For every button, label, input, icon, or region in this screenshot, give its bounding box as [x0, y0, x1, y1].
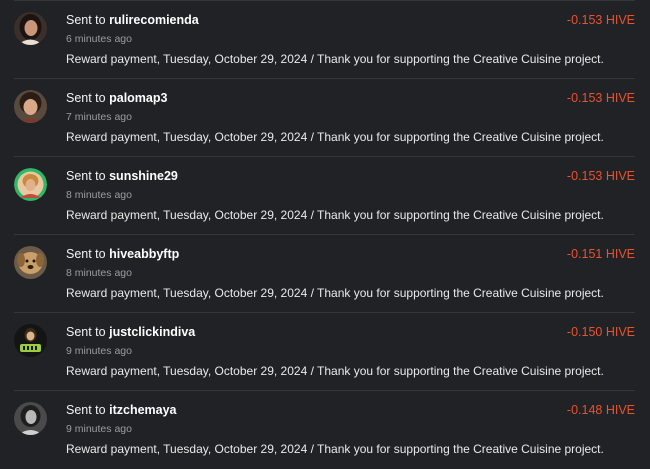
transfer-memo: Reward payment, Tuesday, October 29, 202…	[66, 130, 604, 144]
transfer-amount: -0.153 HIVE	[566, 169, 635, 183]
timestamp: 8 minutes ago	[66, 267, 132, 279]
avatar-cartoon-hello-icon[interactable]	[14, 324, 47, 357]
transfer-memo: Reward payment, Tuesday, October 29, 202…	[66, 364, 604, 378]
transfer-amount: -0.153 HIVE	[566, 13, 635, 27]
sent-to-label: Sent to	[66, 13, 106, 27]
transfer-title: Sent to itzchemaya	[66, 403, 177, 417]
transfer-title: Sent to justclickindiva	[66, 325, 195, 339]
transfer-memo: Reward payment, Tuesday, October 29, 202…	[66, 52, 604, 66]
recipient-username-link[interactable]: itzchemaya	[109, 403, 176, 417]
transfer-amount: -0.150 HIVE	[566, 325, 635, 339]
avatar-woman-curly-hair-icon[interactable]	[14, 90, 47, 123]
transfer-amount: -0.151 HIVE	[566, 247, 635, 261]
timestamp: 9 minutes ago	[66, 345, 132, 357]
transfer-item: Sent to sunshine29 8 minutes ago -0.153 …	[0, 157, 650, 235]
sent-to-label: Sent to	[66, 247, 106, 261]
transfer-memo: Reward payment, Tuesday, October 29, 202…	[66, 208, 604, 222]
avatar-woman-dark-hair-icon[interactable]	[14, 12, 47, 45]
recipient-username-link[interactable]: justclickindiva	[109, 325, 195, 339]
transfer-title: Sent to hiveabbyftp	[66, 247, 179, 261]
transfer-history-list: Sent to rulirecomienda 6 minutes ago -0.…	[0, 0, 650, 467]
avatar-woman-green-ring-icon[interactable]	[14, 168, 47, 201]
transfer-item: Sent to justclickindiva 9 minutes ago -0…	[0, 313, 650, 391]
transfer-item: Sent to rulirecomienda 6 minutes ago -0.…	[0, 1, 650, 79]
transfer-memo: Reward payment, Tuesday, October 29, 202…	[66, 442, 604, 456]
avatar-woman-grey-icon[interactable]	[14, 402, 47, 435]
transfer-amount: -0.153 HIVE	[566, 91, 635, 105]
transfer-item: Sent to hiveabbyftp 8 minutes ago -0.151…	[0, 235, 650, 313]
transfer-amount: -0.148 HIVE	[566, 403, 635, 417]
transfer-item: Sent to itzchemaya 9 minutes ago -0.148 …	[0, 391, 650, 469]
timestamp: 6 minutes ago	[66, 33, 132, 45]
timestamp: 8 minutes ago	[66, 189, 132, 201]
transfer-title: Sent to sunshine29	[66, 169, 178, 183]
recipient-username-link[interactable]: sunshine29	[109, 169, 178, 183]
recipient-username-link[interactable]: palomap3	[109, 91, 167, 105]
transfer-title: Sent to rulirecomienda	[66, 13, 199, 27]
sent-to-label: Sent to	[66, 325, 106, 339]
sent-to-label: Sent to	[66, 403, 106, 417]
transfer-memo: Reward payment, Tuesday, October 29, 202…	[66, 286, 604, 300]
transfer-item: Sent to palomap3 7 minutes ago -0.153 HI…	[0, 79, 650, 157]
sent-to-label: Sent to	[66, 169, 106, 183]
timestamp: 7 minutes ago	[66, 111, 132, 123]
recipient-username-link[interactable]: rulirecomienda	[109, 13, 199, 27]
recipient-username-link[interactable]: hiveabbyftp	[109, 247, 179, 261]
sent-to-label: Sent to	[66, 91, 106, 105]
timestamp: 9 minutes ago	[66, 423, 132, 435]
avatar-dog-icon[interactable]	[14, 246, 47, 279]
transfer-title: Sent to palomap3	[66, 91, 167, 105]
